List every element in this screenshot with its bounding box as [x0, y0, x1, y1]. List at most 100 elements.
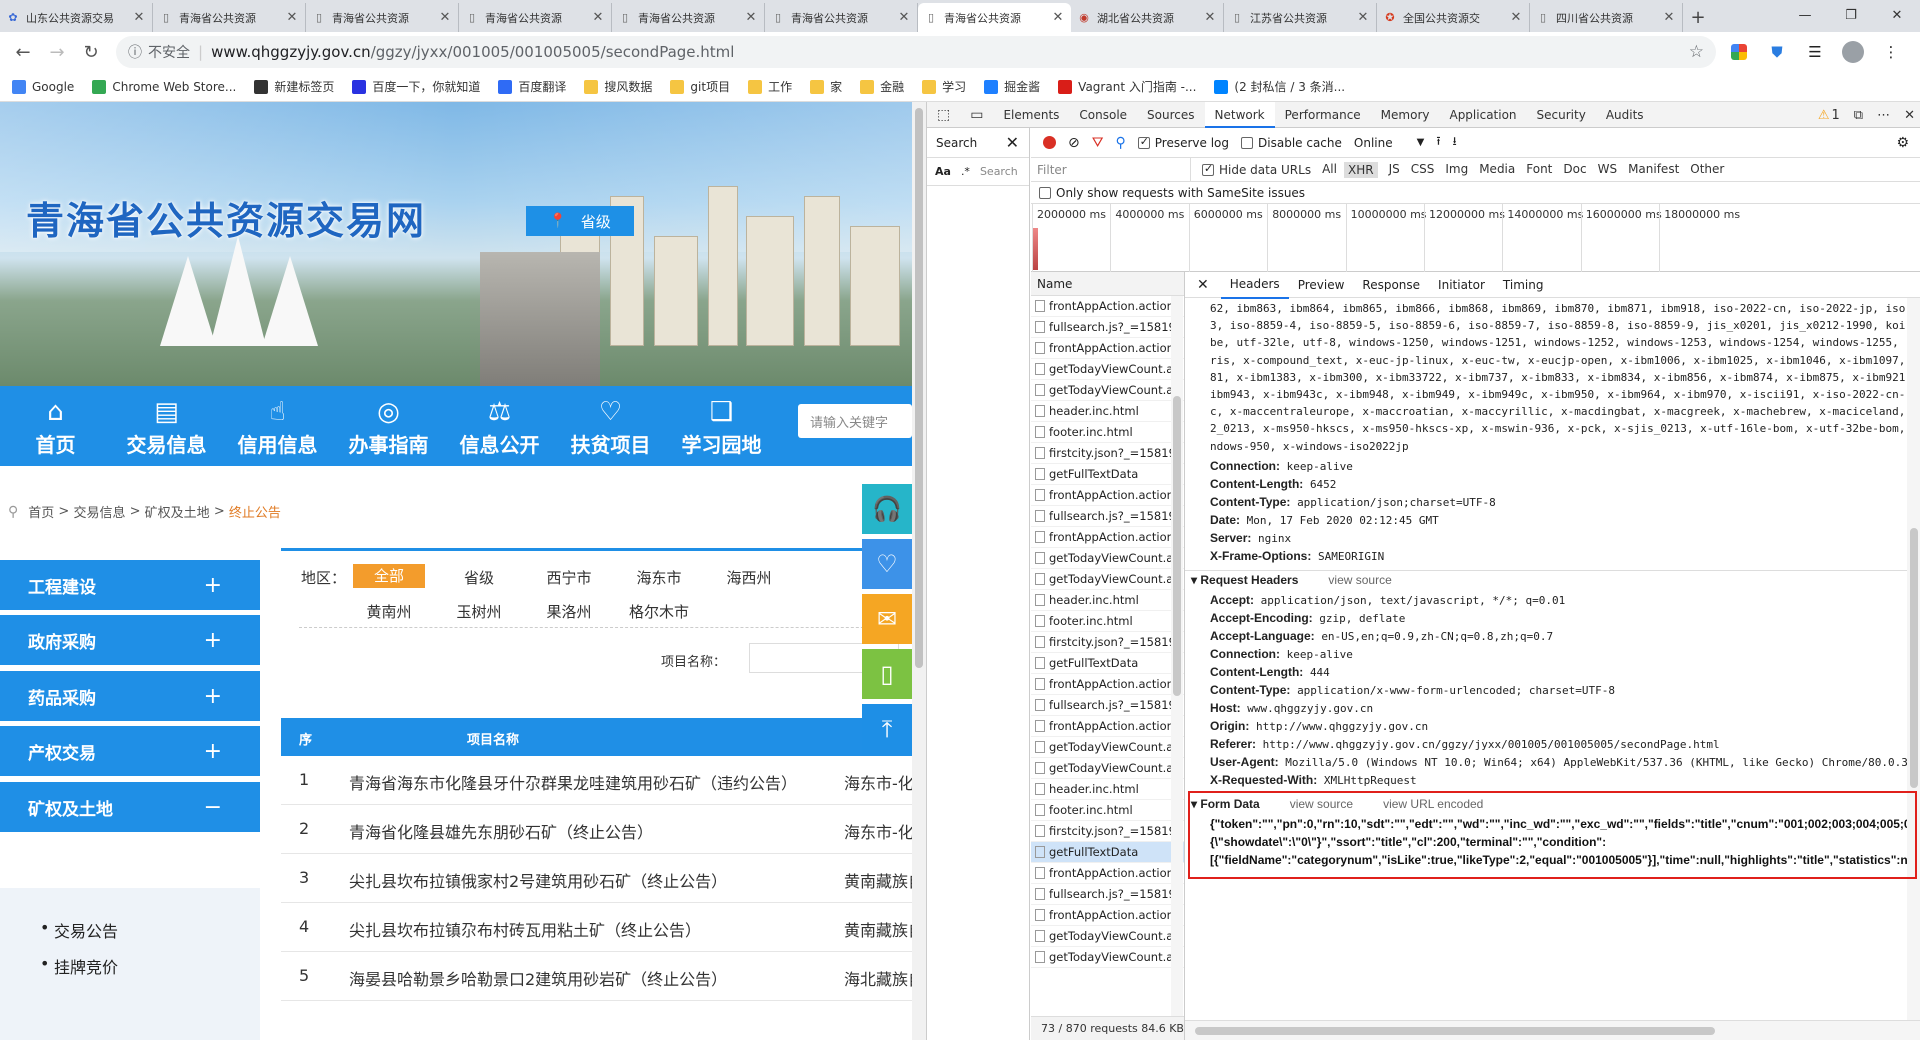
- network-overview-timeline[interactable]: 2000000 ms 4000000 ms 6000000 ms 8000000 ms…: [1031, 204, 1920, 272]
- network-settings-icon[interactable]: ⚙: [1896, 135, 1909, 151]
- clear-icon[interactable]: ⊘: [1068, 135, 1080, 151]
- crumb-level2[interactable]: 矿权及土地: [145, 502, 210, 521]
- sidebar-item[interactable]: 工程建设 +: [0, 560, 260, 610]
- close-window-icon[interactable]: ✕: [1874, 0, 1920, 30]
- sidebar-subitem[interactable]: 交易公告: [40, 918, 118, 942]
- devtools-tab-elements[interactable]: Elements: [993, 102, 1069, 128]
- request-row[interactable]: frontAppAction.action: [1031, 527, 1184, 548]
- browser-tab[interactable]: ▯ 四川省公共资源 ✕: [1530, 3, 1683, 32]
- samesite-checkbox[interactable]: Only show requests with SameSite issues: [1031, 182, 1920, 204]
- sidebar-subitem[interactable]: 挂牌竞价: [40, 954, 118, 978]
- sidebar-item[interactable]: 政府采购 +: [0, 615, 260, 665]
- close-tab-icon[interactable]: ✕: [1051, 10, 1065, 25]
- nav-item[interactable]: ♡ 扶贫项目: [555, 386, 666, 466]
- bookmark-item[interactable]: 家: [810, 78, 842, 95]
- close-devtools-icon[interactable]: ✕: [1904, 108, 1915, 123]
- browser-tab[interactable]: ✪ 全国公共资源交 ✕: [1377, 3, 1530, 32]
- close-tab-icon[interactable]: ✕: [1509, 10, 1523, 25]
- disable-cache-checkbox[interactable]: Disable cache: [1241, 136, 1342, 150]
- minimize-icon[interactable]: —: [1782, 0, 1828, 30]
- table-row[interactable]: 5 海晏县哈勒景乡哈勒景口2建筑用砂岩矿（终止公告） 海北藏族自: [281, 952, 912, 1001]
- row-project-name[interactable]: 海晏县哈勒景乡哈勒景口2建筑用砂岩矿（终止公告）: [349, 966, 727, 990]
- request-row[interactable]: firstcity.json?_=15819: [1031, 632, 1184, 653]
- search-icon[interactable]: ⚲: [1116, 135, 1126, 151]
- export-har-icon[interactable]: ⭳: [1453, 132, 1457, 153]
- bookmark-item[interactable]: 百度一下，你就知道: [352, 78, 480, 95]
- menu-dots-icon[interactable]: ⋮: [1876, 37, 1906, 67]
- devtools-tab-console[interactable]: Console: [1069, 102, 1137, 128]
- row-project-name[interactable]: 尖扎县坎布拉镇俄家村2号建筑用砂石矿（终止公告）: [349, 868, 727, 892]
- browser-tab[interactable]: ✿ 山东公共资源交易 ✕: [0, 3, 153, 32]
- extension-colorful-icon[interactable]: [1724, 37, 1754, 67]
- detail-tab-timing[interactable]: Timing: [1494, 272, 1553, 298]
- type-filter-img[interactable]: Img: [1445, 162, 1468, 178]
- expand-icon[interactable]: +: [204, 628, 222, 653]
- inspect-element-icon[interactable]: ⬚: [927, 102, 960, 128]
- region-option[interactable]: 格尔木市: [623, 601, 695, 622]
- region-option[interactable]: 海东市: [623, 567, 695, 588]
- name-column-header[interactable]: Name: [1031, 272, 1184, 296]
- request-row[interactable]: getTodayViewCount.a: [1031, 548, 1184, 569]
- region-option[interactable]: 西宁市: [533, 567, 605, 588]
- bookmark-item[interactable]: 百度翻译: [498, 78, 566, 95]
- type-filter-all[interactable]: All: [1322, 162, 1337, 178]
- type-filter-ws[interactable]: WS: [1598, 162, 1617, 178]
- row-project-name[interactable]: 青海省海东市化隆县牙什尕群果龙哇建筑用砂石矿（违约公告）: [349, 770, 797, 794]
- devtools-tab-performance[interactable]: Performance: [1275, 102, 1371, 128]
- request-row[interactable]: getFullTextData: [1031, 464, 1184, 485]
- type-filter-manifest[interactable]: Manifest: [1628, 162, 1679, 178]
- request-row[interactable]: getTodayViewCount.a: [1031, 380, 1184, 401]
- detail-tab-response[interactable]: Response: [1353, 272, 1429, 298]
- site-search-input[interactable]: 请输入关键字: [798, 404, 912, 438]
- request-row[interactable]: frontAppAction.action: [1031, 338, 1184, 359]
- request-headers-section[interactable]: ▾ Request Headers view source: [1191, 573, 1392, 587]
- request-row[interactable]: header.inc.html: [1031, 590, 1184, 611]
- network-filter-input[interactable]: Filter: [1031, 157, 1191, 182]
- close-tab-icon[interactable]: ✕: [744, 10, 758, 25]
- request-row[interactable]: frontAppAction.action: [1031, 674, 1184, 695]
- address-bar[interactable]: ⓘ 不安全 | www.qhggzyjy.gov.cn/ggzy/jyxx/00…: [116, 36, 1716, 68]
- bookmark-item[interactable]: (2 封私信 / 3 条消...: [1214, 78, 1345, 95]
- devtools-tab-security[interactable]: Security: [1527, 102, 1596, 128]
- bookmark-item[interactable]: Google: [12, 79, 74, 94]
- bookmark-item[interactable]: 搜风数据: [584, 78, 652, 95]
- devtools-tab-network[interactable]: Network: [1204, 101, 1275, 128]
- table-row[interactable]: 4 尖扎县坎布拉镇尕布村砖瓦用粘土矿（终止公告） 黄南藏族自: [281, 903, 912, 952]
- close-tab-icon[interactable]: ✕: [591, 10, 605, 25]
- expand-icon[interactable]: +: [204, 684, 222, 709]
- devtools-tab-sources[interactable]: Sources: [1137, 102, 1204, 128]
- request-row[interactable]: frontAppAction.action: [1031, 716, 1184, 737]
- table-row[interactable]: 2 青海省化隆县雄先东朋砂石矿（终止公告） 海东市-化: [281, 805, 912, 854]
- crumb-home[interactable]: 首页: [28, 502, 54, 521]
- record-button[interactable]: [1043, 136, 1056, 149]
- request-row[interactable]: getFullTextData: [1031, 842, 1184, 863]
- sidebar-item[interactable]: 矿权及土地 −: [0, 782, 260, 832]
- browser-tab[interactable]: ▯ 青海省公共资源 ✕: [612, 3, 765, 32]
- back-button[interactable]: ←: [6, 35, 40, 69]
- request-row[interactable]: firstcity.json?_=15819: [1031, 821, 1184, 842]
- browser-tab[interactable]: ▯ 青海省公共资源 ✕: [459, 3, 612, 32]
- request-row[interactable]: frontAppAction.action: [1031, 485, 1184, 506]
- crumb-level1[interactable]: 交易信息: [73, 502, 125, 521]
- mobile-icon[interactable]: ▯: [862, 649, 912, 699]
- region-option[interactable]: 省级: [443, 567, 515, 588]
- bookmark-item[interactable]: 金融: [860, 78, 904, 95]
- request-row[interactable]: getFullTextData: [1031, 653, 1184, 674]
- close-tab-icon[interactable]: ✕: [438, 10, 452, 25]
- profile-avatar-icon[interactable]: [1838, 37, 1868, 67]
- search-drawer-input[interactable]: Search: [980, 165, 1018, 178]
- devtools-menu-icon[interactable]: ⋯: [1877, 108, 1890, 123]
- request-row[interactable]: header.inc.html: [1031, 401, 1184, 422]
- nav-item[interactable]: ⚖ 信息公开: [444, 386, 555, 466]
- preserve-log-checkbox[interactable]: Preserve log: [1137, 135, 1229, 150]
- close-tab-icon[interactable]: ✕: [1662, 10, 1676, 25]
- request-row[interactable]: getTodayViewCount.a: [1031, 359, 1184, 380]
- bookmark-star-icon[interactable]: ☆: [1689, 42, 1704, 62]
- devtools-tab-audits[interactable]: Audits: [1596, 102, 1654, 128]
- type-filter-js[interactable]: JS: [1389, 162, 1400, 178]
- bookmark-item[interactable]: 工作: [748, 78, 792, 95]
- row-project-name[interactable]: 青海省化隆县雄先东朋砂石矿（终止公告）: [349, 819, 653, 843]
- devtools-tab-memory[interactable]: Memory: [1371, 102, 1440, 128]
- page-scrollbar[interactable]: [912, 102, 926, 1040]
- new-tab-button[interactable]: +: [1683, 3, 1713, 32]
